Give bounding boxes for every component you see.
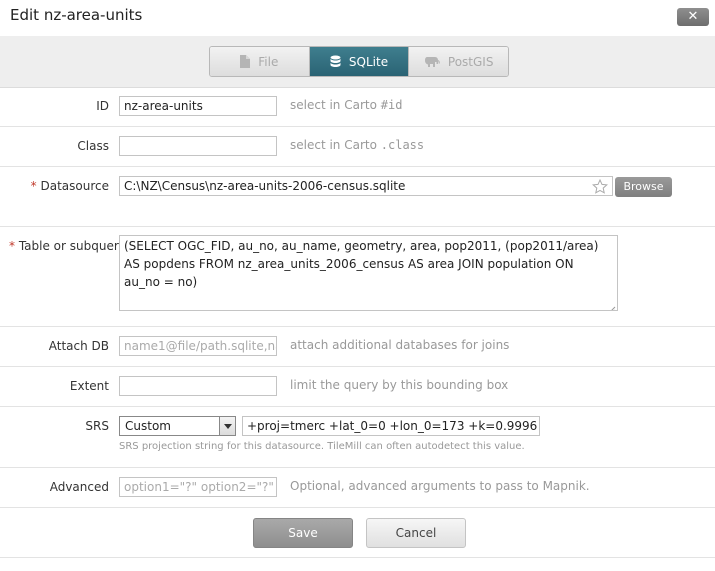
- attach-db-input[interactable]: name1@file/path.sqlite,na: [119, 336, 277, 356]
- id-label: ID: [96, 99, 109, 113]
- database-icon: [330, 55, 341, 68]
- file-icon: [240, 55, 251, 68]
- chevron-down-icon[interactable]: [219, 417, 235, 435]
- tab-postgis-label: PostGIS: [447, 54, 494, 69]
- attach-db-row: Attach DB name1@file/path.sqlite,na atta…: [0, 327, 715, 367]
- save-button[interactable]: Save: [253, 518, 353, 548]
- advanced-input[interactable]: option1="?" option2="?": [119, 477, 277, 497]
- id-hint-code: #id: [380, 98, 403, 112]
- tab-sqlite[interactable]: SQLite: [308, 47, 409, 76]
- required-marker: *: [9, 239, 15, 253]
- extent-label: Extent: [69, 379, 109, 393]
- srs-hint: SRS projection string for this datasourc…: [119, 441, 525, 452]
- close-button[interactable]: ✕: [677, 8, 709, 26]
- table-label: * Table or subquer: [9, 239, 119, 253]
- advanced-label: Advanced: [49, 480, 109, 494]
- class-input[interactable]: [119, 136, 277, 156]
- footer-divider: [0, 557, 715, 558]
- id-hint-text: select in Carto: [290, 98, 377, 112]
- srs-input[interactable]: +proj=tmerc +lat_0=0 +lon_0=173 +k=0.999…: [242, 416, 540, 436]
- advanced-hint: Optional, advanced arguments to pass to …: [290, 479, 590, 493]
- star-icon[interactable]: [592, 178, 608, 197]
- class-label: Class: [77, 139, 109, 153]
- tab-sqlite-label: SQLite: [348, 54, 389, 69]
- class-hint: select in Carto .class: [290, 138, 424, 152]
- srs-selected-value: Custom: [125, 419, 171, 433]
- datasource-label-text: Datasource: [40, 179, 109, 193]
- resize-grip-icon[interactable]: [608, 301, 616, 310]
- id-hint: select in Carto #id: [290, 98, 402, 112]
- elephant-icon: [424, 55, 440, 68]
- srs-label: SRS: [85, 419, 109, 433]
- srs-select[interactable]: Custom: [119, 416, 236, 436]
- source-type-tabs: File SQLite PostGIS: [209, 46, 509, 77]
- class-row: Class select in Carto .class: [0, 127, 715, 167]
- cancel-button[interactable]: Cancel: [366, 518, 466, 548]
- datasource-input[interactable]: C:\NZ\Census\nz-area-units-2006-census.s…: [119, 176, 613, 196]
- browse-button[interactable]: Browse: [615, 177, 672, 197]
- tab-file[interactable]: File: [210, 47, 309, 76]
- extent-hint: limit the query by this bounding box: [290, 378, 509, 392]
- table-textarea[interactable]: (SELECT OGC_FID, au_no, au_name, geometr…: [119, 235, 618, 311]
- class-hint-text: select in Carto: [290, 138, 377, 152]
- required-marker: *: [30, 179, 37, 193]
- tab-postgis[interactable]: PostGIS: [408, 47, 508, 76]
- srs-row: SRS Custom +proj=tmerc +lat_0=0 +lon_0=1…: [0, 407, 715, 468]
- advanced-row: Advanced option1="?" option2="?" Optiona…: [0, 468, 715, 508]
- attach-db-hint: attach additional databases for joins: [290, 338, 510, 352]
- source-type-tabbar: File SQLite PostGIS: [0, 36, 715, 88]
- table-row: * Table or subquer (SELECT OGC_FID, au_n…: [0, 227, 715, 327]
- dialog-title: Edit nz-area-units: [10, 6, 143, 24]
- extent-row: Extent limit the query by this bounding …: [0, 367, 715, 407]
- attach-db-label: Attach DB: [48, 339, 109, 353]
- close-icon: ✕: [687, 9, 699, 24]
- table-query-text: (SELECT OGC_FID, au_no, au_name, geometr…: [124, 239, 599, 289]
- dialog-titlebar: Edit nz-area-units ✕: [0, 0, 715, 36]
- id-input[interactable]: nz-area-units: [119, 96, 277, 116]
- extent-input[interactable]: [119, 376, 277, 396]
- table-label-text: Table or subquer: [18, 239, 119, 253]
- tab-file-label: File: [258, 54, 279, 69]
- datasource-row: * Datasource C:\NZ\Census\nz-area-units-…: [0, 167, 715, 227]
- datasource-label: * Datasource: [31, 179, 109, 193]
- class-hint-code: .class: [380, 138, 425, 152]
- id-row: ID nz-area-units select in Carto #id: [0, 88, 715, 127]
